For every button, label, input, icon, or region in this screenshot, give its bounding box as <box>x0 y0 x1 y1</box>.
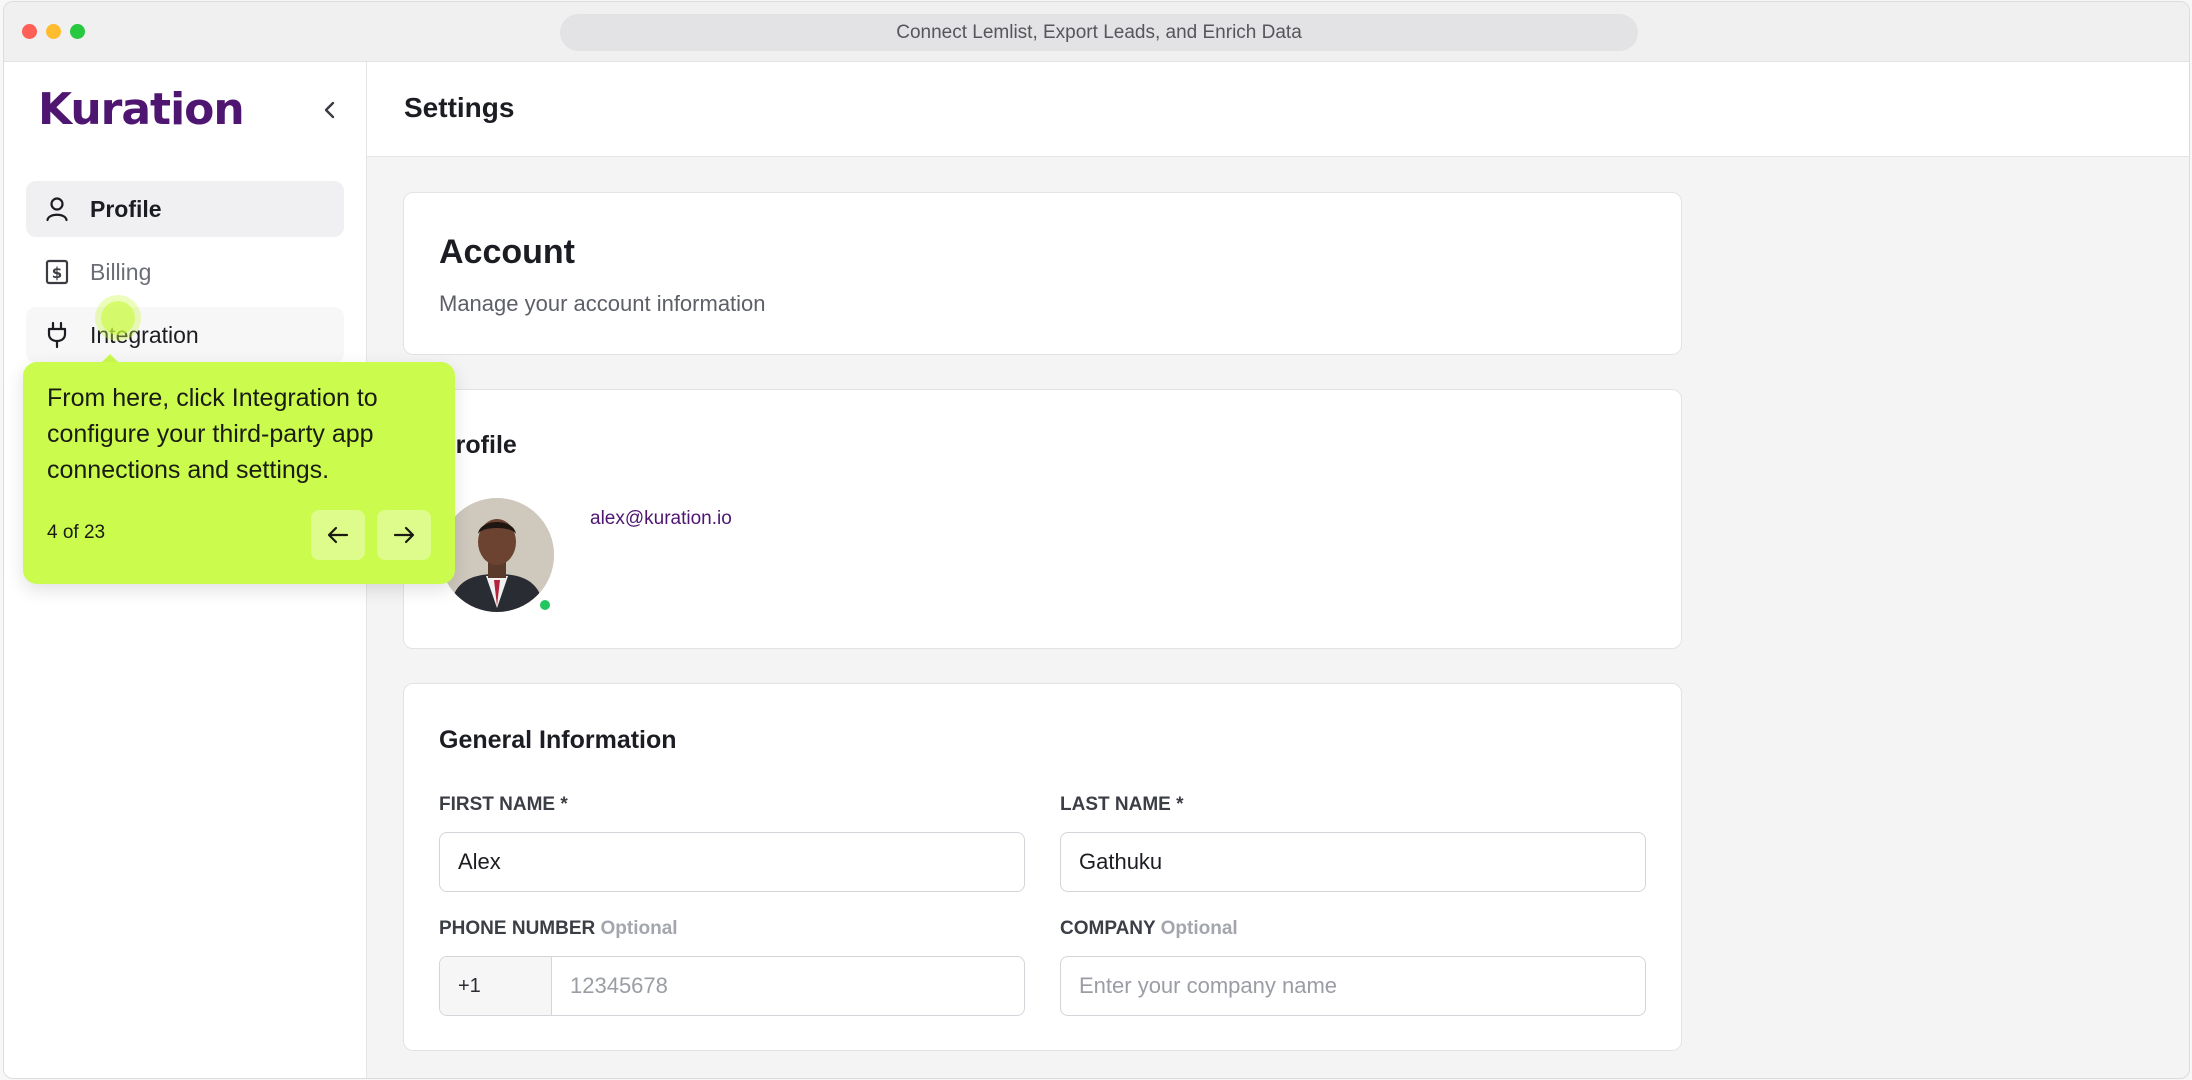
main-header: Settings <box>367 62 2189 157</box>
phone-number-field: +1 12345678 <box>439 956 1025 1016</box>
sidebar-item-label: Profile <box>90 195 162 222</box>
arrow-right-icon <box>393 526 415 544</box>
tooltip-next-button[interactable] <box>377 510 431 560</box>
close-window-button[interactable] <box>22 24 37 39</box>
optional-tag: Optional <box>1160 918 1238 939</box>
kuration-logo[interactable]: Kuration <box>38 86 245 134</box>
tooltip-step-counter: 4 of 23 <box>47 522 106 543</box>
minimize-window-button[interactable] <box>46 24 61 39</box>
collapse-sidebar-button[interactable] <box>316 96 344 124</box>
general-information-card: General Information FIRST NAME * Alex LA… <box>403 683 1682 1051</box>
sidebar-item-billing[interactable]: $ Billing <box>26 244 344 300</box>
online-status-dot <box>538 598 552 612</box>
last-name-field[interactable]: Gathuku <box>1060 832 1646 892</box>
arrow-left-icon <box>327 526 349 544</box>
country-code-select[interactable]: +1 <box>440 957 552 1015</box>
page-title: Settings <box>404 92 515 123</box>
app-window: Connect Lemlist, Export Leads, and Enric… <box>3 1 2190 1079</box>
phone-number-label-text: PHONE NUMBER <box>439 918 596 939</box>
company-input[interactable]: Enter your company name <box>1060 956 1646 1016</box>
plug-icon <box>44 321 70 349</box>
avatar[interactable] <box>440 498 554 612</box>
company-label: COMPANY Optional <box>1060 918 1238 940</box>
phone-number-input[interactable]: 12345678 <box>552 957 1024 1015</box>
optional-tag: Optional <box>600 918 678 939</box>
account-subtitle: Manage your account information <box>439 291 766 316</box>
phone-number-label: PHONE NUMBER Optional <box>439 918 678 940</box>
account-card: Account Manage your account information <box>403 192 1682 355</box>
tooltip-previous-button[interactable] <box>311 510 365 560</box>
profile-card: Profile alex@kuration.io <box>403 389 1682 649</box>
account-title: Account <box>439 233 575 271</box>
general-information-title: General Information <box>439 726 677 754</box>
profile-email[interactable]: alex@kuration.io <box>590 508 732 530</box>
tooltip-text: From here, click Integration to configur… <box>47 384 378 484</box>
svg-text:$: $ <box>52 264 62 282</box>
sidebar-item-integration[interactable]: Integration <box>26 307 344 363</box>
sidebar-item-label: Billing <box>90 258 152 285</box>
user-icon <box>44 196 70 222</box>
first-name-field[interactable]: Alex <box>439 832 1025 892</box>
title-bar: Connect Lemlist, Export Leads, and Enric… <box>4 2 2189 62</box>
chevron-left-icon <box>324 101 335 119</box>
tour-hotspot[interactable] <box>101 301 135 335</box>
company-label-text: COMPANY <box>1060 918 1156 939</box>
maximize-window-button[interactable] <box>70 24 85 39</box>
dollar-square-icon: $ <box>44 259 70 285</box>
last-name-label: LAST NAME * <box>1060 794 1184 815</box>
tour-tooltip: From here, click Integration to configur… <box>23 362 455 584</box>
window-title: Connect Lemlist, Export Leads, and Enric… <box>560 14 1638 51</box>
sidebar-item-profile[interactable]: Profile <box>26 181 344 237</box>
first-name-label: FIRST NAME * <box>439 794 568 815</box>
